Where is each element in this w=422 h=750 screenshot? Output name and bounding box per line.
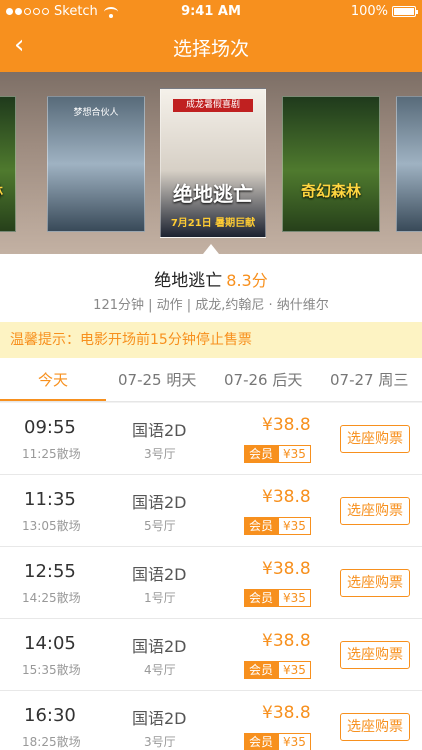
end-time: 11:25散场: [22, 447, 81, 461]
end-time: 15:35散场: [22, 663, 81, 677]
select-seat-button[interactable]: 选座购票: [340, 569, 410, 597]
poster-skiptrace-selected[interactable]: 成龙暑假喜剧 绝地逃亡 7月21日 暑期巨献: [160, 88, 266, 238]
hall-name: 5号厅: [144, 519, 176, 533]
end-time: 14:25散场: [22, 591, 81, 605]
poster-carousel[interactable]: 林 梦想合伙人 成龙暑假喜剧 绝地逃亡 7月21日 暑期巨献 奇幻森林: [0, 72, 422, 254]
member-price: ¥35: [278, 661, 311, 679]
tab-today[interactable]: 今天: [38, 358, 68, 402]
end-time: 13:05散场: [22, 519, 81, 533]
hall-name: 3号厅: [144, 735, 176, 749]
end-time: 18:25散场: [22, 735, 81, 749]
select-seat-button[interactable]: 选座购票: [340, 497, 410, 525]
member-label: 会员: [244, 517, 279, 535]
page-title: 选择场次: [172, 38, 249, 60]
ticket-price: ¥38.8: [262, 703, 311, 723]
notice-banner: 温馨提示：电影开场前15分钟停止售票: [0, 322, 422, 358]
poster-banner: 成龙暑假喜剧: [173, 99, 253, 112]
select-seat-button[interactable]: 选座购票: [340, 641, 410, 669]
tab-0727[interactable]: 07-27 周三: [330, 358, 408, 402]
member-label: 会员: [244, 589, 279, 607]
hall-name: 4号厅: [144, 663, 176, 677]
battery-icon: [392, 6, 418, 17]
poster-caption: 林: [0, 181, 15, 201]
member-price-badge: 会员 ¥35: [244, 445, 311, 463]
start-time: 11:35: [24, 489, 76, 510]
date-tabs: 今天 07-25 明天 07-26 后天 07-27 周三: [0, 358, 422, 402]
start-time: 09:55: [24, 417, 76, 438]
tab-0725[interactable]: 07-25 明天: [118, 358, 196, 402]
nav-header: Sketch 9:41 AM 100% ‹ 选择场次: [0, 0, 422, 72]
poster-jungle-book[interactable]: 奇幻森林: [282, 96, 380, 232]
member-price: ¥35: [278, 445, 311, 463]
member-label: 会员: [244, 733, 279, 750]
ticket-price: ¥38.8: [262, 559, 311, 579]
movie-info: 绝地逃亡 8.3分 121分钟 | 动作 | 成龙,约翰尼 · 纳什维尔: [0, 254, 422, 322]
member-price-badge: 会员 ¥35: [244, 661, 311, 679]
start-time: 14:05: [24, 633, 76, 654]
member-label: 会员: [244, 661, 279, 679]
language-format: 国语2D: [132, 565, 187, 584]
language-format: 国语2D: [132, 493, 187, 512]
poster-right-partial[interactable]: [396, 96, 422, 232]
hall-name: 3号厅: [144, 447, 176, 461]
poster-dream-partners[interactable]: 梦想合伙人: [47, 96, 145, 232]
movie-meta: 121分钟 | 动作 | 成龙,约翰尼 · 纳什维尔: [93, 298, 329, 313]
session-row: 09:55 11:25散场 国语2D 3号厅 ¥38.8 会员 ¥35 选座购票: [0, 403, 422, 475]
ticket-price: ¥38.8: [262, 415, 311, 435]
start-time: 12:55: [24, 561, 76, 582]
movie-score: 8.3分: [226, 271, 268, 290]
poster-jungle-left[interactable]: 林: [0, 96, 16, 232]
session-row: 11:35 13:05散场 国语2D 5号厅 ¥38.8 会员 ¥35 选座购票: [0, 475, 422, 547]
session-row: 12:55 14:25散场 国语2D 1号厅 ¥38.8 会员 ¥35 选座购票: [0, 547, 422, 619]
language-format: 国语2D: [132, 421, 187, 440]
poster-caption: 梦想合伙人: [73, 108, 119, 118]
language-format: 国语2D: [132, 709, 187, 728]
ticket-price: ¥38.8: [262, 487, 311, 507]
poster-date: 7月21日 暑期巨献: [170, 218, 256, 229]
start-time: 16:30: [24, 705, 76, 726]
member-price-badge: 会员 ¥35: [244, 733, 311, 750]
session-row: 14:05 15:35散场 国语2D 4号厅 ¥38.8 会员 ¥35 选座购票: [0, 619, 422, 691]
member-price-badge: 会员 ¥35: [244, 517, 311, 535]
battery-percent: 100%: [350, 4, 388, 19]
selected-poster-indicator: [203, 244, 219, 254]
member-price: ¥35: [278, 517, 311, 535]
member-price: ¥35: [278, 589, 311, 607]
battery-status: 100%: [350, 4, 418, 19]
select-seat-button[interactable]: 选座购票: [340, 713, 410, 741]
movie-title-line: 绝地逃亡 8.3分: [0, 266, 422, 291]
select-seat-button[interactable]: 选座购票: [340, 425, 410, 453]
member-price-badge: 会员 ¥35: [244, 589, 311, 607]
movie-title: 绝地逃亡: [154, 271, 223, 291]
hall-name: 1号厅: [144, 591, 176, 605]
poster-caption: 绝地逃亡: [173, 182, 253, 206]
language-format: 国语2D: [132, 637, 187, 656]
active-tab-indicator: [0, 399, 106, 401]
status-bar: Sketch 9:41 AM 100%: [0, 0, 422, 24]
ticket-price: ¥38.8: [262, 631, 311, 651]
poster-caption: 奇幻森林: [300, 182, 361, 200]
session-row: 16:30 18:25散场 国语2D 3号厅 ¥38.8 会员 ¥35 选座购票: [0, 691, 422, 750]
member-price: ¥35: [278, 733, 311, 750]
member-label: 会员: [244, 445, 279, 463]
tab-0726[interactable]: 07-26 后天: [224, 358, 302, 402]
